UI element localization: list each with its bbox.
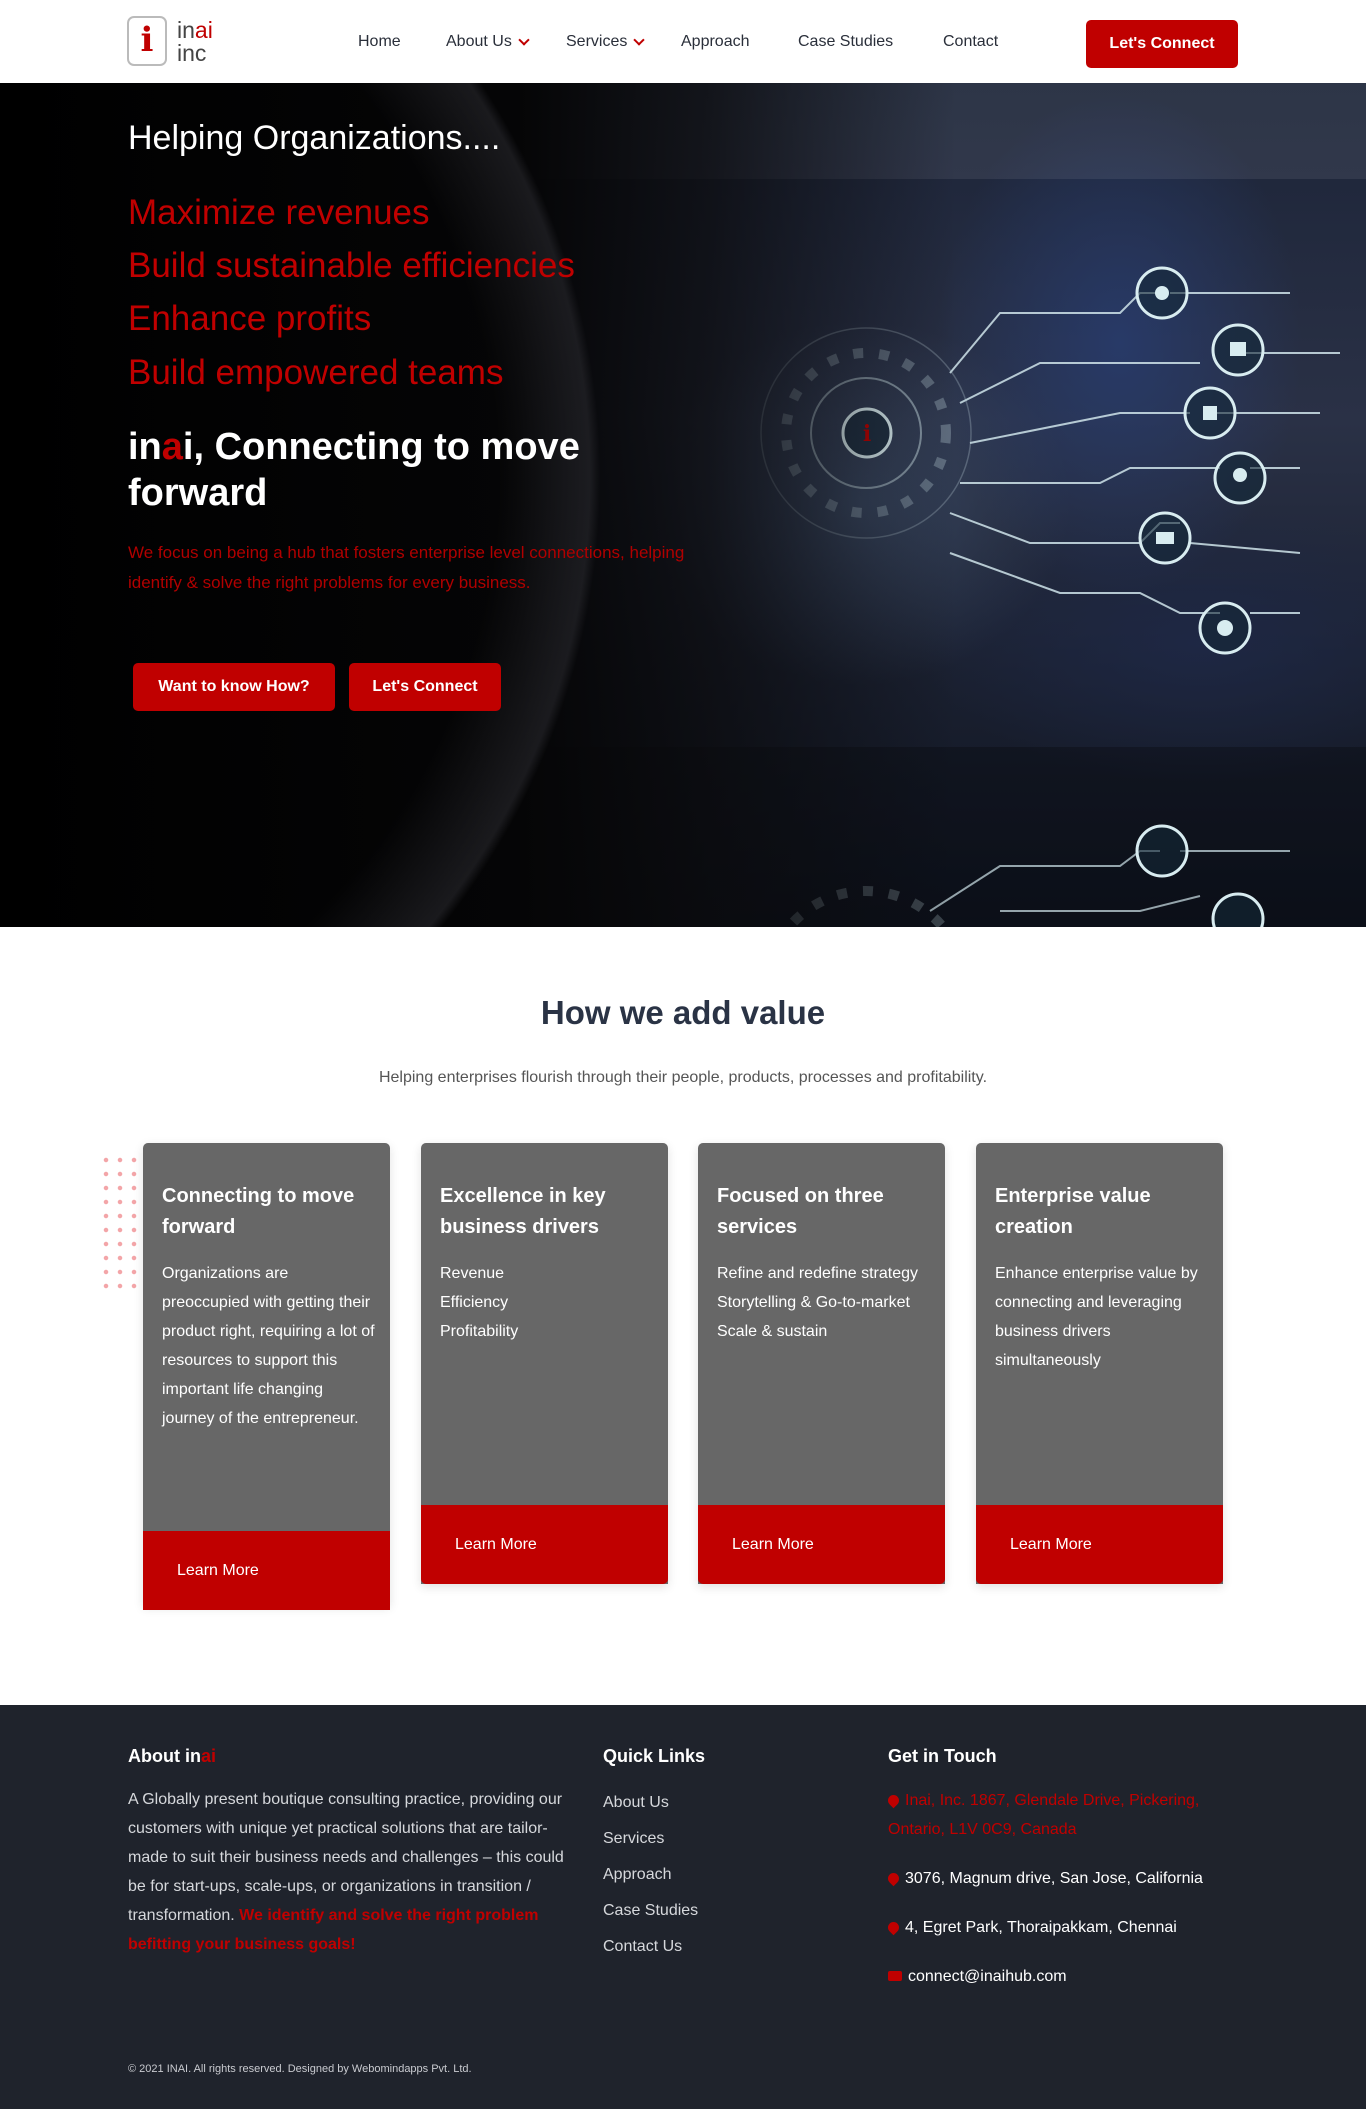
learn-more-button[interactable]: Learn More bbox=[976, 1505, 1223, 1584]
hero-benefit-2: Build sustainable efficiencies bbox=[128, 246, 575, 285]
value-card-2: Excellence in key business drivers Reven… bbox=[421, 1143, 668, 1584]
location-pin-icon bbox=[885, 1792, 902, 1809]
footer-link-approach[interactable]: Approach bbox=[603, 1857, 698, 1893]
copyright: © 2021 INAI. All rights reserved. Design… bbox=[128, 2063, 472, 2075]
value-section-subtitle: Helping enterprises flourish through the… bbox=[378, 1069, 988, 1086]
footer-link-case-studies[interactable]: Case Studies bbox=[603, 1893, 698, 1929]
learn-more-button[interactable]: Learn More bbox=[143, 1531, 390, 1610]
value-card-3: Focused on three services Refine and red… bbox=[698, 1143, 945, 1584]
chevron-down-icon bbox=[633, 33, 646, 46]
chevron-down-icon bbox=[518, 33, 530, 46]
nav-home[interactable]: Home bbox=[358, 0, 401, 83]
address-canada: Inai, Inc. 1867, Glendale Drive, Pickeri… bbox=[885, 1786, 1238, 1844]
hero-benefit-4: Build empowered teams bbox=[128, 353, 504, 392]
footer-links-title: Quick Links bbox=[603, 1746, 706, 1766]
nav-case-studies[interactable]: Case Studies bbox=[798, 0, 893, 83]
hero-benefit-3: Enhance profits bbox=[128, 299, 372, 338]
inai-logo[interactable]: i inai inc bbox=[127, 13, 225, 71]
nav-approach[interactable]: Approach bbox=[681, 0, 750, 83]
value-card-4: Enterprise value creation Enhance enterp… bbox=[976, 1143, 1223, 1584]
quick-links: About Us Services Approach Case Studies … bbox=[603, 1785, 698, 1965]
hero-lets-connect-button[interactable]: Let's Connect bbox=[349, 663, 501, 711]
footer-contact-title: Get in Touch bbox=[888, 1746, 997, 1766]
hero-benefit-1: Maximize revenues bbox=[128, 193, 430, 232]
hero-title: inai, Connecting to move forward bbox=[128, 426, 580, 514]
logo-badge-icon: i bbox=[127, 16, 167, 66]
footer-link-services[interactable]: Services bbox=[603, 1821, 698, 1857]
value-card-1: Connecting to move forward Organizations… bbox=[143, 1143, 390, 1610]
value-section-title: How we add value bbox=[540, 994, 826, 1031]
hero-description: We focus on being a hub that fosters ent… bbox=[128, 543, 685, 592]
lets-connect-button[interactable]: Let's Connect bbox=[1086, 20, 1238, 68]
footer-about-title: About inai bbox=[128, 1746, 216, 1766]
footer-about-text: A Globally present boutique consulting p… bbox=[128, 1791, 564, 1953]
site-header: i inai inc Home About Us Services Approa… bbox=[0, 0, 1366, 83]
learn-more-button[interactable]: Learn More bbox=[421, 1505, 668, 1584]
learn-more-button[interactable]: Learn More bbox=[698, 1505, 945, 1584]
footer-link-about[interactable]: About Us bbox=[603, 1785, 698, 1821]
decorative-dots bbox=[99, 1153, 139, 1293]
location-pin-icon bbox=[885, 1919, 902, 1936]
nav-contact[interactable]: Contact bbox=[943, 0, 998, 83]
address-chennai: 4, Egret Park, Thoraipakkam, Chennai bbox=[885, 1913, 1177, 1942]
nav-about[interactable]: About Us bbox=[446, 0, 530, 83]
nav-services[interactable]: Services bbox=[566, 0, 646, 83]
footer-link-contact[interactable]: Contact Us bbox=[603, 1929, 698, 1965]
hero-intro: Helping Organizations.... bbox=[128, 119, 501, 157]
site-footer: About inai A Globally present boutique c… bbox=[0, 1705, 1366, 2109]
contact-email[interactable]: connect@inaihub.com bbox=[888, 1962, 1067, 1991]
email-icon bbox=[888, 1971, 902, 1981]
location-pin-icon bbox=[885, 1870, 902, 1887]
address-san-jose: 3076, Magnum drive, San Jose, California bbox=[885, 1864, 1203, 1893]
want-to-know-how-button[interactable]: Want to know How? bbox=[133, 663, 335, 711]
